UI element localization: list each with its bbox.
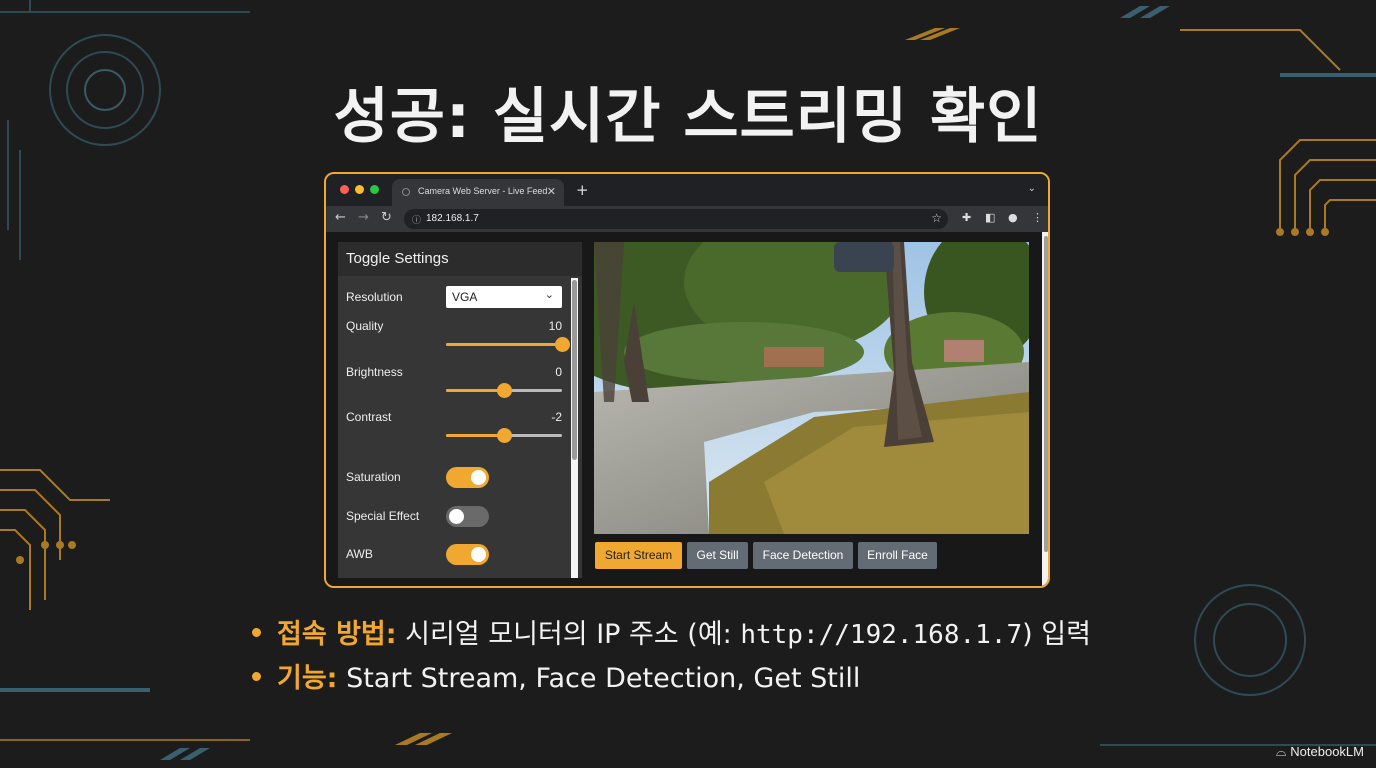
close-tab-icon[interactable]: ✕ [547,185,556,198]
special-effect-toggle-knob [449,509,464,524]
page-content: Toggle Settings Resolution VGA ⌄ Quality… [326,232,1048,586]
bullet-list: 접속 방법: 시리얼 모니터의 IP 주소 (예: http://192.168… [252,612,1091,700]
bullet-dot [252,628,261,637]
contrast-label: Contrast [346,410,392,424]
quality-value: 10 [548,319,562,333]
menu-kebab-icon[interactable]: ⋮ [1032,211,1043,225]
browser-toolbar: ← → ↻ ⓘ 182.168.1.7 ☆ ✚ ◧ ● ⋮ [326,206,1048,232]
bullet-key: 기능: [277,663,338,694]
awb-toggle-knob [471,547,486,562]
address-text: 182.168.1.7 [426,213,479,224]
tab-bar: Camera Web Server - Live Feed ✕ + ⌄ [326,174,1048,206]
notebooklm-logo-icon: ⌓ [1275,744,1287,759]
brightness-slider-fill [446,389,504,392]
settings-scrollbar[interactable] [571,278,578,578]
page-scrollbar-thumb[interactable] [1044,236,1048,552]
address-bar[interactable]: ⓘ 182.168.1.7 ☆ [404,209,948,229]
contrast-slider-fill [446,434,504,437]
brightness-slider[interactable] [446,383,562,398]
extensions-puzzle-icon[interactable]: ✚ [962,211,971,225]
profile-avatar-icon[interactable]: ● [1008,211,1018,225]
start-stream-button[interactable]: Start Stream [595,542,682,569]
notebooklm-watermark: ⌓ NotebookLM [1276,744,1364,760]
awb-toggle[interactable] [446,544,489,565]
quality-slider[interactable] [446,337,570,352]
camera-stream-image [594,242,1029,534]
contrast-slider[interactable] [446,428,562,443]
maximize-window-button[interactable] [370,185,379,194]
chevron-down-icon[interactable]: ⌄ [1028,183,1036,194]
forward-arrow-icon[interactable]: → [358,211,369,225]
face-detection-button[interactable]: Face Detection [753,542,853,569]
saturation-toggle-knob [471,470,486,485]
enroll-face-button[interactable]: Enroll Face [858,542,937,569]
settings-panel-header[interactable]: Toggle Settings [338,242,582,276]
bullet-text: Start Stream, Face Detection, Get Still [337,663,861,694]
resolution-select[interactable]: VGA ⌄ [446,286,562,308]
bullet-text-end: ) 입력 [1022,619,1091,650]
saturation-label: Saturation [346,470,401,484]
info-icon[interactable]: ⓘ [412,213,421,226]
watermark-text: NotebookLM [1290,744,1364,759]
resolution-label: Resolution [346,290,403,304]
settings-scrollbar-thumb[interactable] [572,280,577,460]
back-arrow-icon[interactable]: ← [335,211,346,225]
bookmark-star-icon[interactable]: ☆ [931,211,942,225]
brightness-value: 0 [555,365,562,379]
brightness-slider-handle[interactable] [497,383,512,398]
page-scrollbar[interactable] [1042,232,1048,586]
bullet-key: 접속 방법: [277,619,397,650]
new-tab-plus-icon[interactable]: + [576,182,589,198]
bullet-dot [252,672,261,681]
special-effect-toggle[interactable] [446,506,489,527]
close-window-button[interactable] [340,185,349,194]
quality-slider-fill [446,343,562,346]
quality-label: Quality [346,319,384,333]
settings-title: Toggle Settings [346,250,449,267]
brightness-label: Brightness [346,365,403,379]
contrast-value: -2 [551,410,562,424]
quality-slider-handle[interactable] [555,337,570,352]
contrast-slider-handle[interactable] [497,428,512,443]
awb-label: AWB [346,547,373,561]
bullet-text: 시리얼 모니터의 IP 주소 (예: [396,619,741,650]
get-still-button[interactable]: Get Still [687,542,748,569]
special-effect-label: Special Effect [346,509,420,523]
chevron-down-icon: ⌄ [544,289,554,301]
bullet-code: http://192.168.1.7 [740,620,1023,650]
saturation-toggle[interactable] [446,467,489,488]
reload-icon[interactable]: ↻ [381,211,392,225]
settings-panel: Toggle Settings Resolution VGA ⌄ Quality… [338,242,582,578]
browser-window: Camera Web Server - Live Feed ✕ + ⌄ ← → … [324,172,1050,588]
tab-title: Camera Web Server - Live Feed [418,186,548,196]
bullet-item-access: 접속 방법: 시리얼 모니터의 IP 주소 (예: http://192.168… [252,612,1091,656]
minimize-window-button[interactable] [355,185,364,194]
browser-tab[interactable]: Camera Web Server - Live Feed ✕ [392,179,564,206]
globe-icon [402,188,410,196]
sidebar-panel-icon[interactable]: ◧ [985,211,995,225]
resolution-value: VGA [452,290,478,304]
bullet-item-features: 기능: Start Stream, Face Detection, Get St… [252,656,1091,700]
slide-title: 성공: 실시간 스트리밍 확인 [333,82,1043,152]
